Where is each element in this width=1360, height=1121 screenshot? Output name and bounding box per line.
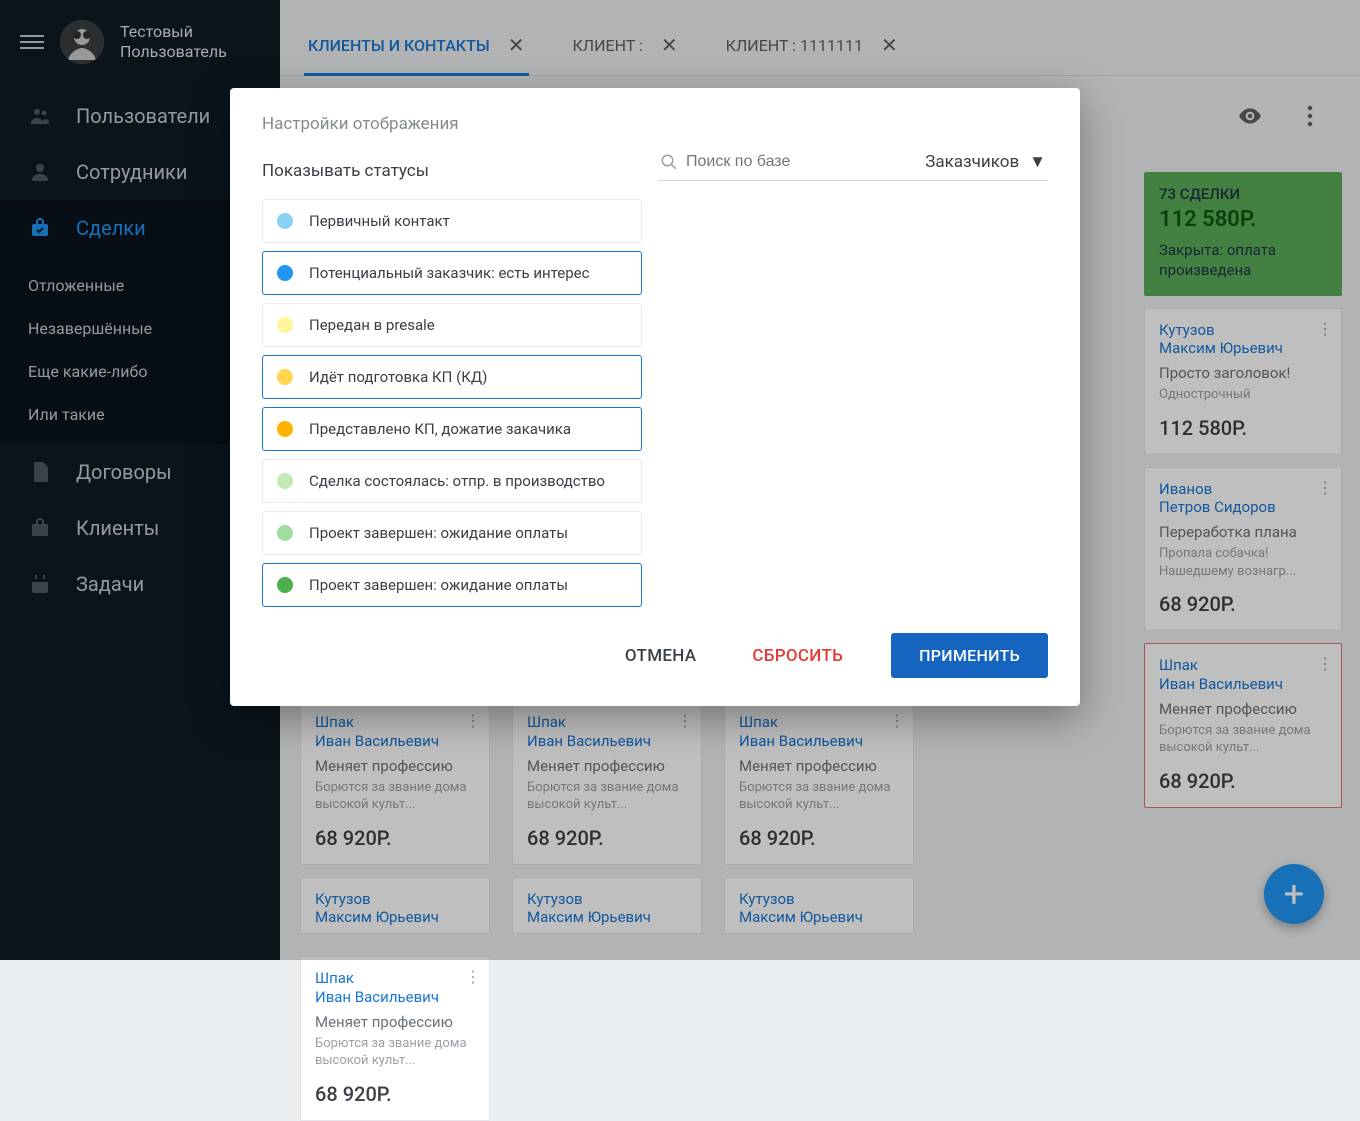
status-option[interactable]: Проект завершен: ожидание оплаты	[262, 563, 642, 607]
status-option[interactable]: Первичный контакт	[262, 199, 642, 243]
status-color-dot	[277, 317, 293, 333]
search-input[interactable]	[686, 153, 917, 171]
status-color-dot	[277, 213, 293, 229]
dialog-actions: ОТМЕНА СБРОСИТЬ ПРИМЕНИТЬ	[262, 633, 1048, 678]
chevron-down-icon: ▼	[1029, 152, 1046, 172]
status-option[interactable]: Идёт подготовка КП (КД)	[262, 355, 642, 399]
search-icon	[660, 153, 678, 171]
status-list: Первичный контакт Потенциальный заказчик:…	[262, 199, 642, 607]
status-color-dot	[277, 421, 293, 437]
status-label: Потенциальный заказчик: есть интерес	[309, 264, 589, 282]
status-label: Представлено КП, дожатие закачика	[309, 420, 571, 438]
status-label: Передан в presale	[309, 316, 435, 334]
search-field[interactable]: Заказчиков ▼	[658, 146, 1048, 181]
deal-card[interactable]: ⋮ ШпакИван Васильевич Меняет профессию Б…	[300, 956, 490, 1121]
status-option[interactable]: Представлено КП, дожатие закачика	[262, 407, 642, 451]
status-color-dot	[277, 577, 293, 593]
dialog-title: Настройки отображения	[262, 114, 1048, 134]
more-vertical-icon[interactable]: ⋮	[465, 967, 481, 986]
status-color-dot	[277, 369, 293, 385]
status-label: Проект завершен: ожидание оплаты	[309, 524, 568, 542]
status-label: Сделка состоялась: отпр. в производство	[309, 472, 605, 490]
display-settings-dialog: Настройки отображения Показывать статусы…	[230, 88, 1080, 706]
status-color-dot	[277, 525, 293, 541]
status-color-dot	[277, 473, 293, 489]
apply-button[interactable]: ПРИМЕНИТЬ	[891, 633, 1048, 678]
status-option[interactable]: Передан в presale	[262, 303, 642, 347]
status-label: Идёт подготовка КП (КД)	[309, 368, 487, 386]
status-label: Первичный контакт	[309, 212, 450, 230]
reset-button[interactable]: СБРОСИТЬ	[744, 636, 851, 676]
status-option[interactable]: Потенциальный заказчик: есть интерес	[262, 251, 642, 295]
status-label: Проект завершен: ожидание оплаты	[309, 576, 568, 594]
search-scope-dropdown[interactable]: Заказчиков ▼	[925, 152, 1046, 172]
cancel-button[interactable]: ОТМЕНА	[617, 636, 704, 676]
status-color-dot	[277, 265, 293, 281]
dialog-subtitle: Показывать статусы	[262, 161, 429, 181]
status-option[interactable]: Сделка состоялась: отпр. в производство	[262, 459, 642, 503]
status-option[interactable]: Проект завершен: ожидание оплаты	[262, 511, 642, 555]
